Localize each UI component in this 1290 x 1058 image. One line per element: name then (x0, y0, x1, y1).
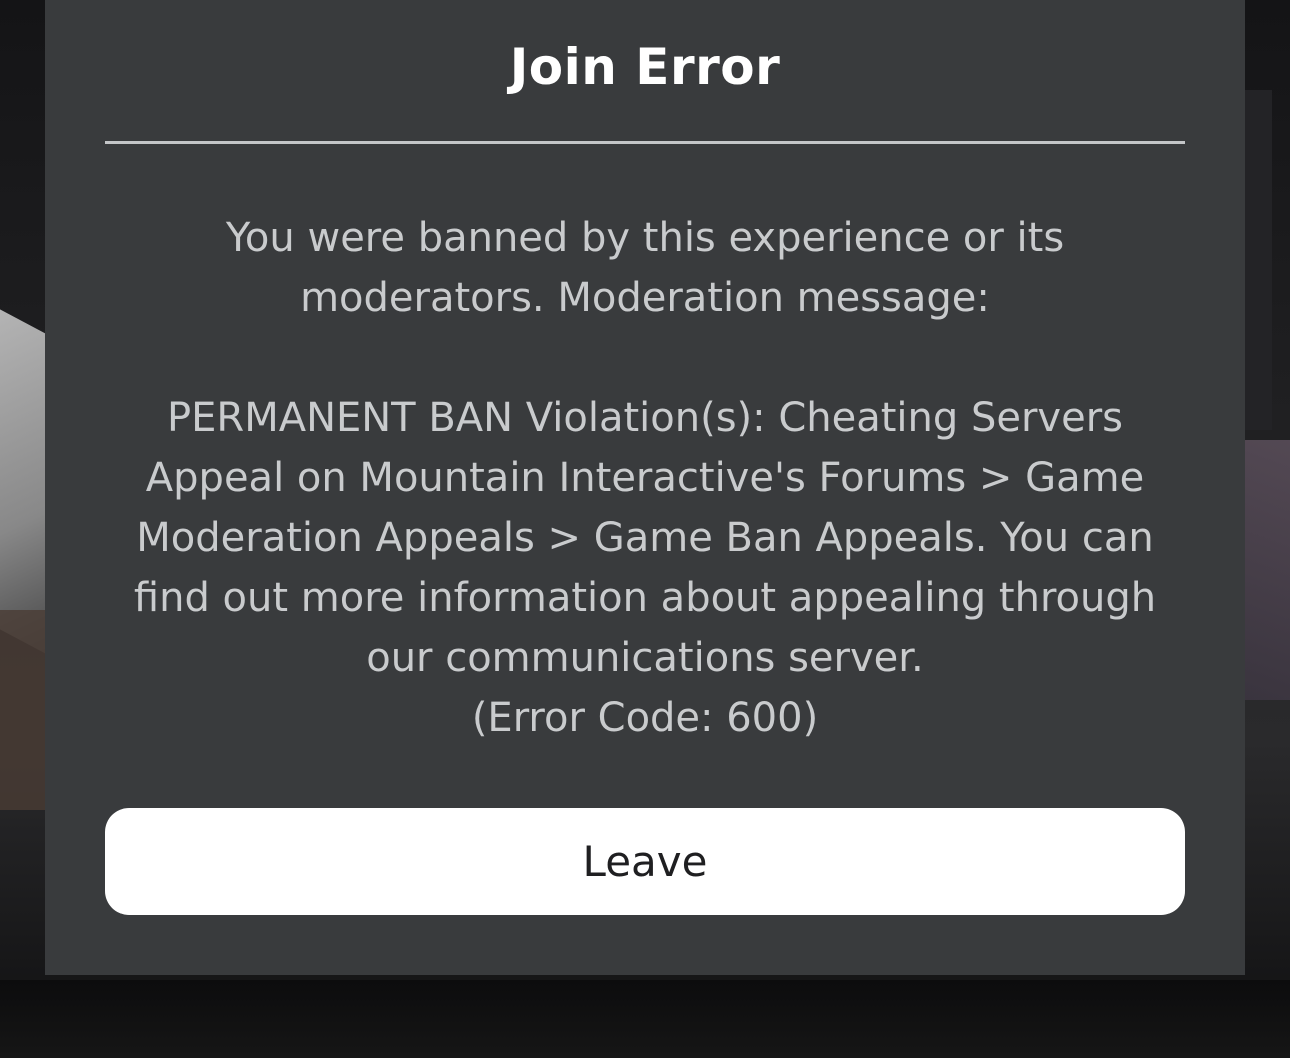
error-code: (Error Code: 600) (471, 695, 819, 741)
join-error-dialog: Join Error You were banned by this exper… (45, 0, 1245, 975)
ban-message: You were banned by this experience or it… (133, 215, 1157, 681)
background-scenery-right-bar (1242, 90, 1272, 430)
dialog-title: Join Error (509, 38, 781, 96)
background-floor (0, 980, 1290, 1058)
leave-button[interactable]: Leave (105, 808, 1185, 915)
title-divider (105, 141, 1185, 144)
